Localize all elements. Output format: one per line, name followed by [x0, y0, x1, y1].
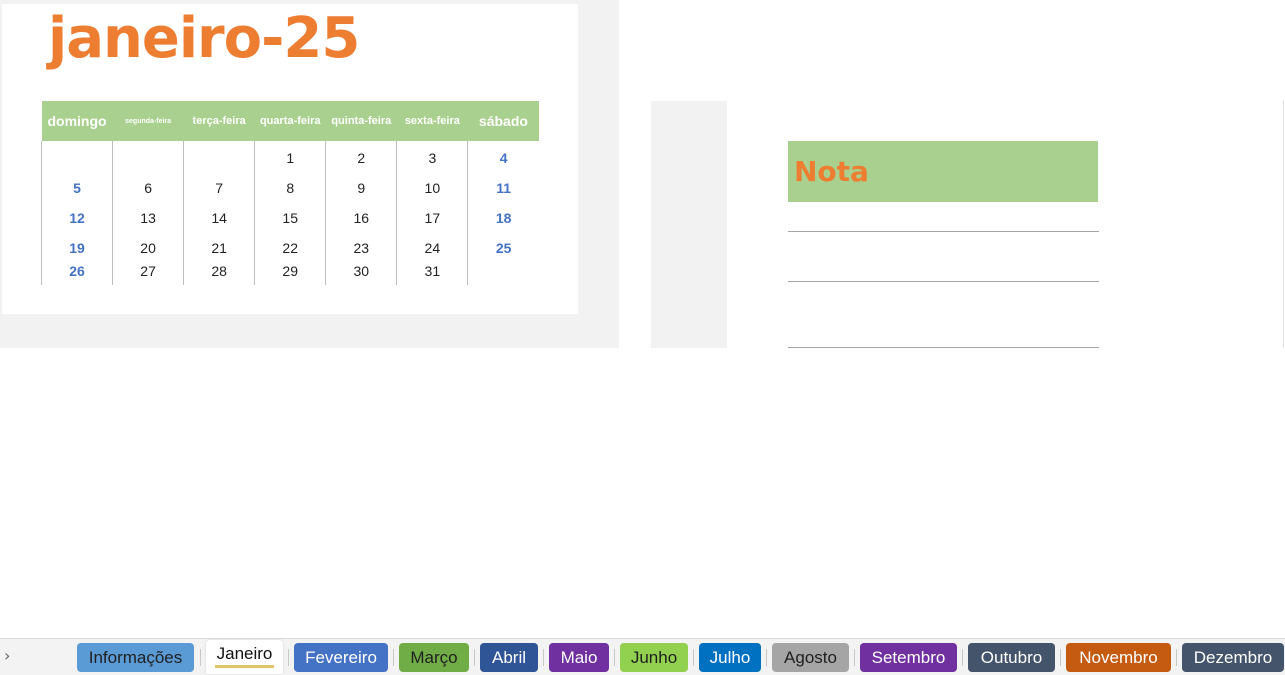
weekday-header[interactable]: sexta-feira — [396, 101, 468, 141]
weekday-header-row: domingo segunda-feira terça-feira quarta… — [41, 101, 539, 141]
tab-label: Fevereiro — [305, 648, 377, 667]
sheet-tab-julho[interactable]: Julho — [699, 643, 761, 672]
day-cell[interactable] — [183, 141, 255, 173]
day-cell[interactable]: 2 — [325, 141, 397, 173]
sheet-tab-abril[interactable]: Abril — [480, 643, 538, 672]
tab-separator — [962, 649, 963, 666]
tab-label: Abril — [491, 648, 526, 667]
calendar-week-row: 26 27 28 29 30 31 — [40, 263, 539, 285]
calendar-week-row: 1 2 3 4 — [40, 141, 539, 173]
day-cell[interactable]: 12 — [40, 203, 113, 233]
day-cell[interactable]: 18 — [467, 203, 539, 233]
day-cell[interactable]: 25 — [467, 233, 539, 263]
day-cell[interactable]: 4 — [467, 141, 539, 173]
tab-separator — [854, 649, 855, 666]
day-cell[interactable]: 16 — [325, 203, 397, 233]
day-cell[interactable]: 6 — [112, 173, 184, 203]
sheet-tab-maio[interactable]: Maio — [549, 643, 609, 672]
tab-separator — [393, 649, 394, 666]
day-cell[interactable]: 3 — [396, 141, 468, 173]
day-cell[interactable]: 29 — [254, 263, 326, 285]
day-cell[interactable]: 22 — [254, 233, 326, 263]
calendar-table: domingo segunda-feira terça-feira quarta… — [40, 101, 539, 285]
tab-separator — [543, 649, 544, 666]
sheet-tab-novembro[interactable]: Novembro — [1066, 643, 1171, 672]
sheet-tab-janeiro[interactable]: Janeiro — [206, 640, 283, 674]
day-cell[interactable]: 8 — [254, 173, 326, 203]
day-cell[interactable]: 7 — [183, 173, 255, 203]
chevron-right-icon[interactable]: › — [4, 647, 20, 665]
tab-separator — [693, 649, 694, 666]
day-cell[interactable]: 10 — [396, 173, 468, 203]
day-cell[interactable]: 23 — [325, 233, 397, 263]
tab-label: Maio — [560, 648, 598, 667]
calendar-week-row: 5 6 7 8 9 10 11 — [40, 173, 539, 203]
day-cell[interactable]: 5 — [40, 173, 113, 203]
day-cell[interactable]: 20 — [112, 233, 184, 263]
note-line[interactable] — [788, 281, 1099, 282]
day-cell[interactable]: 27 — [112, 263, 184, 285]
tab-label: Julho — [709, 648, 751, 667]
day-cell[interactable]: 19 — [40, 233, 113, 263]
day-cell[interactable]: 11 — [467, 173, 539, 203]
note-line[interactable] — [788, 347, 1099, 348]
weekday-header[interactable]: terça-feira — [183, 101, 255, 141]
tab-label: Novembro — [1079, 648, 1158, 667]
day-cell[interactable]: 31 — [396, 263, 468, 285]
weekday-header[interactable]: sábado — [467, 101, 539, 141]
weekday-header[interactable]: quarta-feira — [254, 101, 326, 141]
panel-edge — [1283, 100, 1284, 348]
tab-separator — [614, 649, 615, 666]
weekday-header[interactable]: quinta-feira — [325, 101, 397, 141]
day-cell[interactable]: 17 — [396, 203, 468, 233]
tab-separator — [200, 649, 201, 666]
tab-label: Janeiro — [214, 643, 275, 668]
day-cell[interactable]: 9 — [325, 173, 397, 203]
day-cell[interactable]: 1 — [254, 141, 326, 173]
day-cell[interactable]: 30 — [325, 263, 397, 285]
note-line[interactable] — [788, 231, 1099, 232]
sheet-tab-marco[interactable]: Março — [399, 643, 469, 672]
day-cell[interactable] — [40, 141, 113, 173]
tab-separator — [288, 649, 289, 666]
day-cell[interactable]: 13 — [112, 203, 184, 233]
calendar-week-row: 19 20 21 22 23 24 25 — [40, 233, 539, 263]
sheet-tab-agosto[interactable]: Agosto — [772, 643, 849, 672]
tab-label: Outubro — [980, 648, 1043, 667]
day-cell[interactable] — [112, 141, 184, 173]
month-title[interactable]: janeiro-25 — [48, 2, 360, 76]
tab-label: Agosto — [784, 648, 837, 667]
sheet-tab-dezembro[interactable]: Dezembro — [1182, 643, 1284, 672]
note-header[interactable]: Nota — [788, 141, 1098, 202]
sheet-tab-outubro[interactable]: Outubro — [968, 643, 1055, 672]
note-title: Nota — [794, 155, 869, 188]
day-cell[interactable]: 24 — [396, 233, 468, 263]
day-cell[interactable]: 28 — [183, 263, 255, 285]
tab-label: Setembro — [871, 648, 946, 667]
sheet-tab-informacoes[interactable]: Informações — [77, 643, 194, 672]
day-cell[interactable]: 15 — [254, 203, 326, 233]
weekday-header[interactable]: domingo — [41, 101, 113, 141]
calendar-week-row: 12 13 14 15 16 17 18 — [40, 203, 539, 233]
tab-separator — [1060, 649, 1061, 666]
tab-label: Informações — [88, 648, 183, 667]
worksheet[interactable]: janeiro-25 domingo segunda-feira terça-f… — [0, 0, 1285, 638]
tab-separator — [1176, 649, 1177, 666]
tab-label: Dezembro — [1193, 648, 1273, 667]
tab-separator — [474, 649, 475, 666]
sheet-tab-bar: › Informações Janeiro Fevereiro Março Ab… — [0, 638, 1285, 675]
tab-label: Março — [410, 648, 458, 667]
sheet-tab-junho[interactable]: Junho — [620, 643, 688, 672]
sheet-tab-fevereiro[interactable]: Fevereiro — [294, 643, 388, 672]
tab-label: Junho — [630, 648, 678, 667]
day-cell[interactable] — [467, 263, 539, 285]
sheet-tab-setembro[interactable]: Setembro — [860, 643, 957, 672]
day-cell[interactable]: 21 — [183, 233, 255, 263]
day-cell[interactable]: 14 — [183, 203, 255, 233]
weekday-header[interactable]: segunda-feira — [112, 101, 184, 141]
day-cell[interactable]: 26 — [40, 263, 113, 285]
tab-separator — [766, 649, 767, 666]
spacer-column-band — [651, 101, 727, 348]
